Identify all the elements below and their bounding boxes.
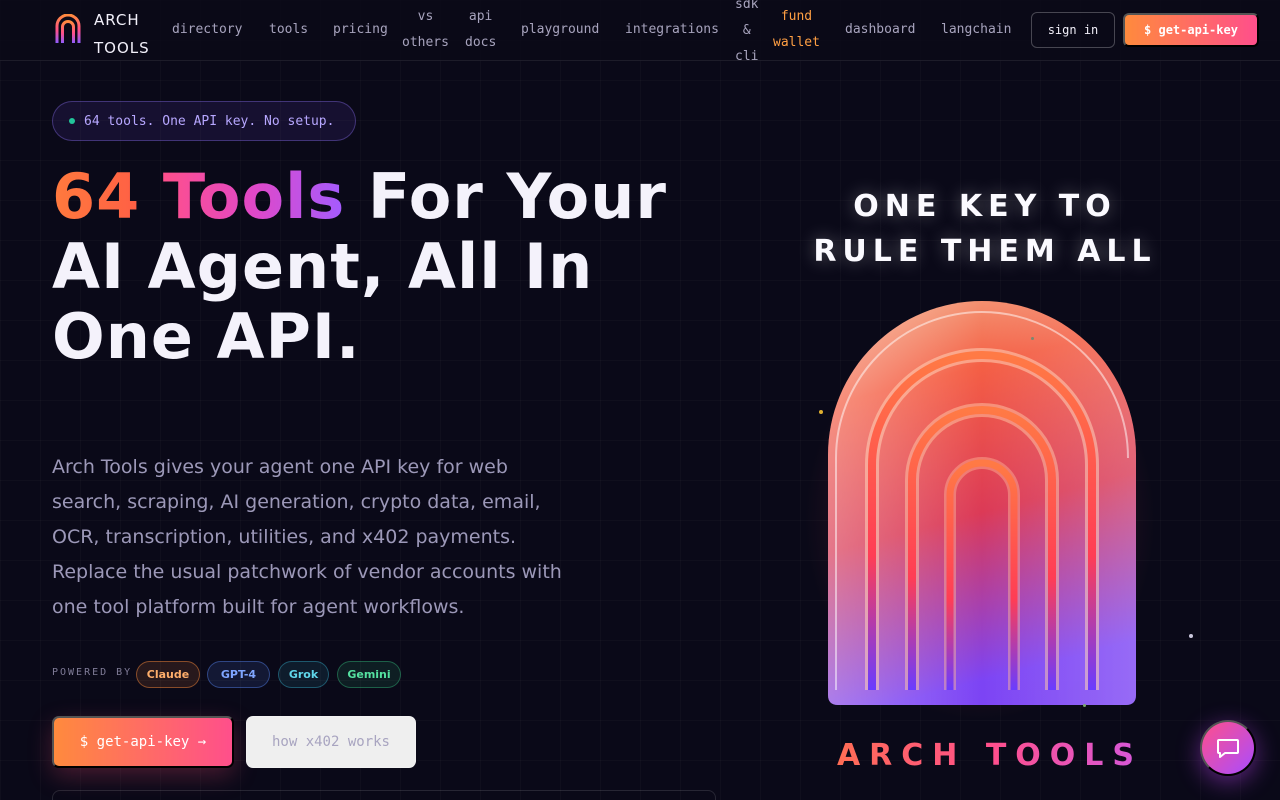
- headline-number: 64: [52, 160, 141, 233]
- showcase-brand-name: ARCH TOOLS: [770, 738, 1210, 773]
- showcase-tagline: ONE KEY TO RULE THEM ALL: [740, 184, 1230, 274]
- hero-get-api-key-button[interactable]: $ get-api-key →: [52, 716, 234, 768]
- sign-in-button[interactable]: sign in: [1031, 12, 1115, 48]
- nav-get-api-key-button[interactable]: $ get-api-key: [1123, 13, 1259, 47]
- glass-arch-illustration: [805, 301, 1155, 720]
- nav-tools[interactable]: tools: [269, 17, 308, 43]
- chat-widget-button[interactable]: [1200, 720, 1256, 776]
- status-dot: [69, 118, 75, 124]
- model-chip-grok: Grok: [278, 661, 329, 688]
- nav-api-docs[interactable]: api docs: [465, 4, 496, 56]
- sparkle-decoration: [819, 410, 823, 414]
- pill-text: 64 tools. One API key. No setup.: [84, 113, 335, 129]
- arch-logo-icon: [55, 14, 81, 43]
- headline-tools-word: Tools: [162, 160, 346, 233]
- nav-fund-wallet[interactable]: fund wallet: [773, 4, 820, 56]
- code-preview-card: [52, 790, 716, 800]
- tagline-line-1: ONE KEY TO: [853, 189, 1117, 224]
- model-chip-gemini: Gemini: [337, 661, 401, 688]
- nav-integrations[interactable]: integrations: [625, 17, 719, 43]
- nav-dashboard[interactable]: dashboard: [845, 17, 915, 43]
- sparkle-decoration: [1083, 704, 1086, 707]
- nav-playground[interactable]: playground: [521, 17, 599, 43]
- model-chip-claude: Claude: [136, 661, 200, 688]
- hero-description: Arch Tools gives your agent one API key …: [52, 456, 562, 618]
- nav-pricing[interactable]: pricing: [333, 17, 388, 43]
- hero-announcement-pill: 64 tools. One API key. No setup.: [52, 101, 356, 141]
- top-navigation: ARCH TOOLS directory tools pricing vs ot…: [0, 0, 1280, 64]
- how-x402-works-button[interactable]: how x402 works: [246, 716, 416, 768]
- nav-sdk-cli[interactable]: sdk & cli: [735, 0, 758, 70]
- chat-bubble-icon: [1217, 739, 1239, 758]
- sparkle-decoration: [1031, 337, 1034, 340]
- logo-text: ARCH TOOLS: [94, 11, 150, 57]
- headline-rest: For Your AI Agent, All In One API.: [52, 160, 667, 373]
- home-logo-link[interactable]: ARCH TOOLS: [55, 11, 149, 57]
- nav-langchain[interactable]: langchain: [941, 17, 1011, 43]
- nav-directory[interactable]: directory: [172, 17, 242, 43]
- tagline-line-2: RULE THEM ALL: [813, 234, 1157, 269]
- powered-by-label: POWERED BY: [52, 667, 133, 678]
- model-chip-gpt4: GPT-4: [207, 661, 270, 688]
- hero-headline: 64 Tools For Your AI Agent, All In One A…: [52, 162, 692, 372]
- nav-vs-others[interactable]: vs others: [402, 4, 449, 56]
- sparkle-decoration: [1189, 634, 1193, 638]
